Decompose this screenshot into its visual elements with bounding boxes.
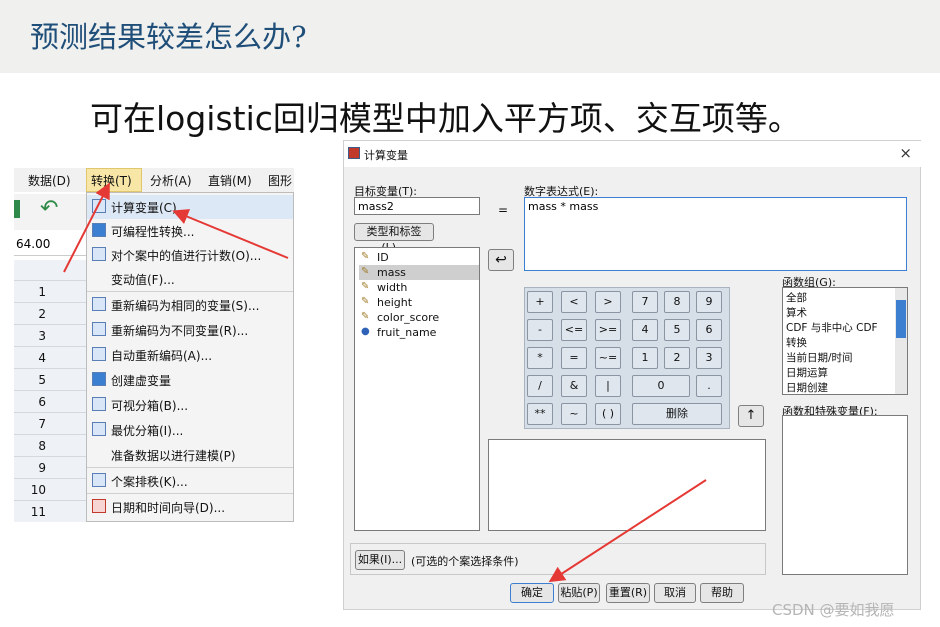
- arrow-to-compute-variable: [172, 209, 289, 259]
- arrow-to-ok-button: [548, 479, 707, 583]
- arrow-to-transform-menu: [63, 182, 110, 273]
- annotation-arrows: [63, 182, 707, 583]
- watermark: CSDN @要如我愿: [772, 601, 895, 619]
